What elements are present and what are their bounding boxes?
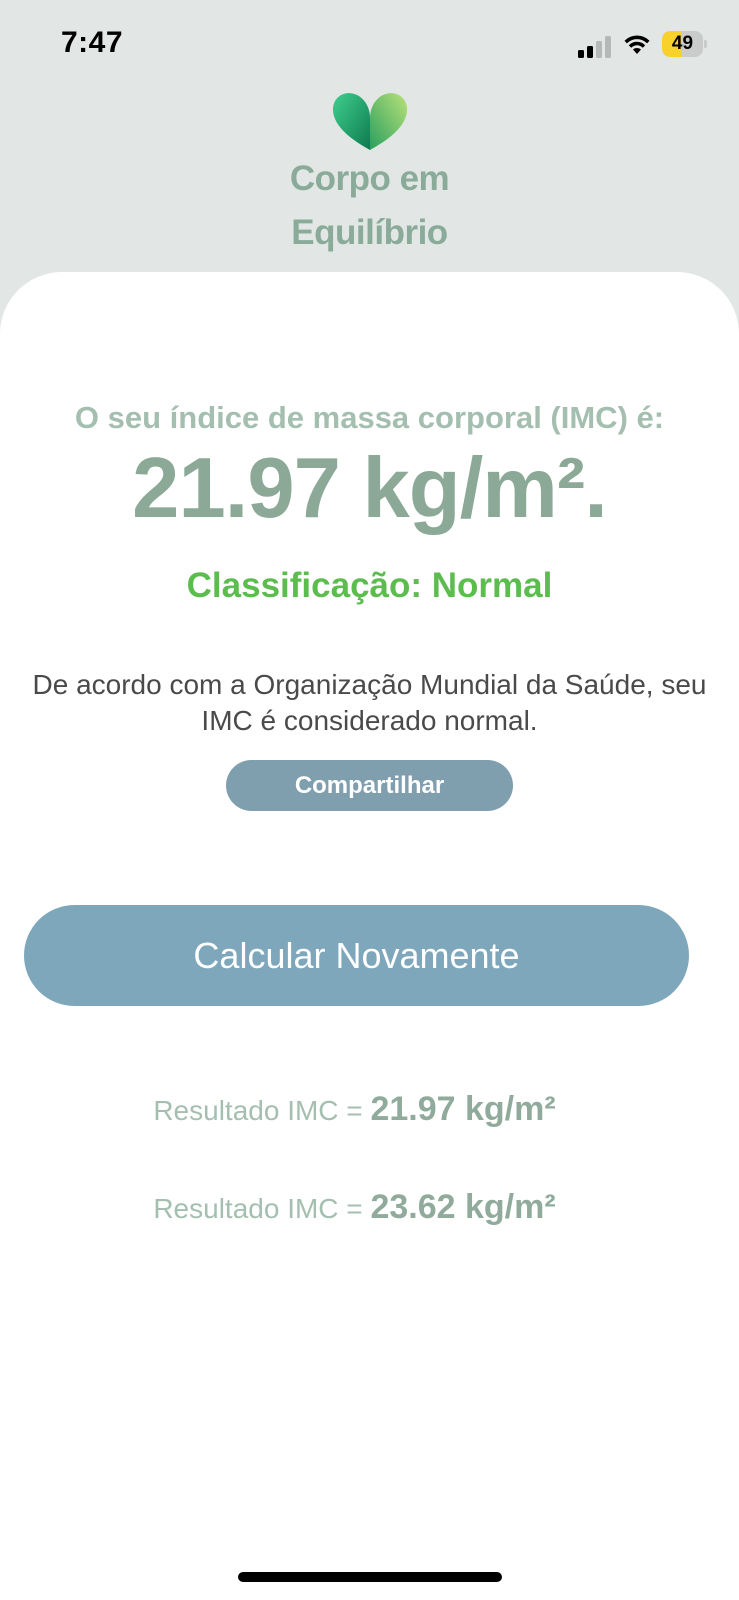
imc-intro-text: O seu índice de massa corporal (IMC) é: <box>74 400 665 435</box>
history-item: Resultado IMC = 23.62 kg/m² <box>0 1188 709 1227</box>
cellular-signal-icon <box>578 34 614 58</box>
imc-value: 21.97 kg/m². <box>132 441 608 536</box>
share-button[interactable]: Compartilhar <box>226 760 513 811</box>
classification-description: De acordo com a Organização Mundial da S… <box>32 669 707 736</box>
recalculate-button[interactable]: Calcular Novamente <box>24 905 689 1006</box>
history-item: Resultado IMC = 21.97 kg/m² <box>0 1090 709 1129</box>
history-item-label: Resultado IMC = <box>153 1095 371 1126</box>
classification-label: Classificação: Normal <box>186 566 553 605</box>
status-time: 7:47 <box>61 26 124 59</box>
battery-percent: 49 <box>671 33 694 54</box>
history-item-value: 23.62 kg/m² <box>370 1188 556 1226</box>
wifi-icon <box>624 35 650 54</box>
brand-name: Corpo em Equilíbrio <box>0 152 739 260</box>
home-indicator[interactable] <box>238 1572 502 1582</box>
status-bar: 7:47 49 <box>0 0 739 90</box>
history-item-value: 21.97 kg/m² <box>370 1090 556 1128</box>
leaf-heart-icon <box>332 93 408 150</box>
brand-line-1: Corpo em <box>289 159 450 198</box>
battery-icon: 49 <box>662 31 707 57</box>
history-item-label: Resultado IMC = <box>153 1193 371 1224</box>
brand-line-2: Equilíbrio <box>291 213 448 252</box>
